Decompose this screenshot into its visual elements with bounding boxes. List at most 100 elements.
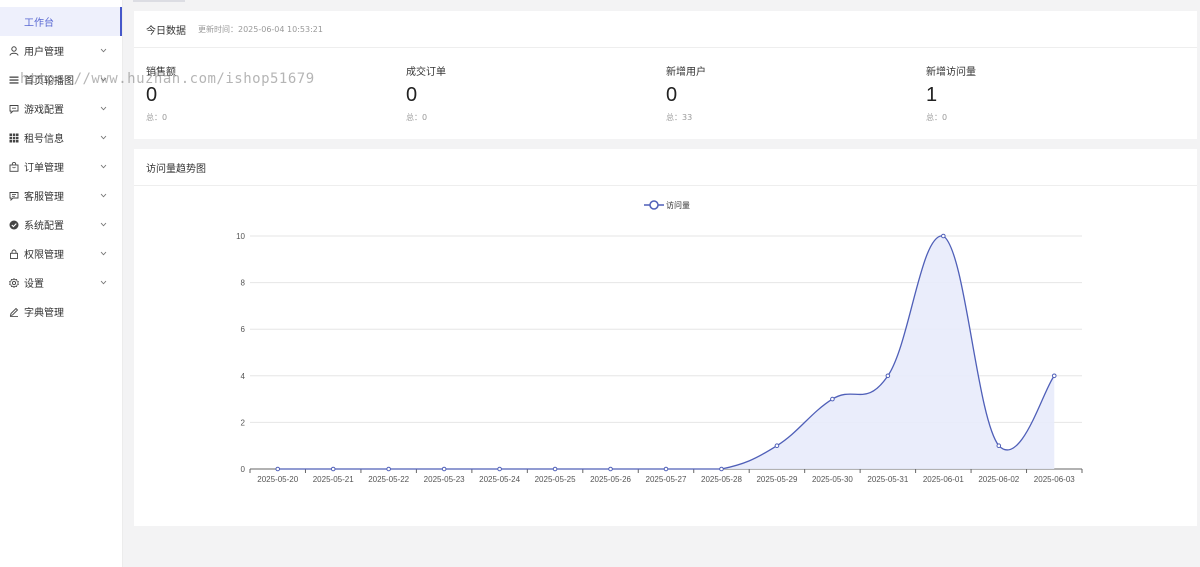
card-header: 访问量趋势图 — [134, 149, 1197, 186]
y-tick-label: 2 — [241, 418, 246, 427]
top-tab-indicator — [133, 0, 185, 2]
stat-label: 销售额 — [146, 67, 176, 78]
x-tick-label: 2025-06-01 — [923, 475, 964, 484]
stats-row: 销售额 0 总：0 成交订单 0 总：0 新增用户 0 总：33 新增访问量 1… — [134, 48, 1197, 123]
sidebar-item-label: 字典管理 — [24, 308, 64, 319]
chevron-down-icon — [100, 76, 110, 83]
data-point — [386, 466, 391, 472]
data-point — [441, 466, 447, 472]
x-tick-label: 2025-06-02 — [978, 475, 1019, 484]
data-point — [552, 466, 558, 472]
legend-marker — [649, 200, 659, 210]
sidebar-item-label: 权限管理 — [24, 250, 64, 261]
series-area — [277, 235, 1055, 469]
check-circle-icon — [8, 219, 19, 230]
data-point — [996, 443, 1002, 449]
sidebar-item-2[interactable]: 游戏配置 — [0, 94, 122, 123]
data-point — [885, 373, 891, 379]
sidebar-item-label: 订单管理 — [24, 163, 64, 174]
data-point — [608, 466, 613, 472]
data-point — [663, 466, 669, 472]
chat-icon — [8, 190, 19, 201]
sidebar-item-7[interactable]: 权限管理 — [0, 239, 122, 268]
sidebar-item-label: 游戏配置 — [24, 105, 64, 116]
sidebar-item-label: 租号信息 — [24, 134, 64, 145]
stat-value: 0 — [666, 84, 678, 106]
y-tick-label: 10 — [236, 232, 245, 241]
chevron-down-icon — [100, 192, 110, 199]
card-header: 今日数据 更新时间：2025-06-04 10:53:21 — [134, 11, 1197, 48]
x-tick-label: 2025-05-26 — [590, 475, 631, 484]
stat-total: 总：0 — [406, 113, 428, 122]
sidebar: 工作台 用户管理首页轮播图游戏配置租号信息订单管理客服管理系统配置权限管理设置字… — [0, 0, 123, 567]
update-time: 更新时间：2025-06-04 10:53:21 — [198, 24, 323, 34]
x-tick-label: 2025-05-27 — [646, 475, 687, 484]
sidebar-item-label: 工作台 — [24, 18, 54, 29]
y-tick-label: 0 — [241, 465, 246, 474]
sidebar-item-label: 客服管理 — [24, 192, 64, 203]
sidebar-item-3[interactable]: 租号信息 — [0, 123, 122, 152]
stat-label: 新增用户 — [666, 67, 706, 78]
sidebar-item-label: 系统配置 — [24, 221, 64, 232]
chevron-down-icon — [100, 47, 110, 54]
sidebar-item-1[interactable]: 首页轮播图 — [0, 65, 122, 94]
stat-value: 1 — [926, 84, 938, 106]
data-point — [275, 466, 281, 472]
grid-icon — [8, 132, 19, 143]
x-tick-label: 2025-06-03 — [1034, 475, 1075, 484]
data-point — [774, 443, 780, 449]
sidebar-menu: 用户管理首页轮播图游戏配置租号信息订单管理客服管理系统配置权限管理设置字典管理 — [0, 36, 122, 326]
stat-total: 总：0 — [926, 113, 948, 122]
sidebar-item-label: 首页轮播图 — [24, 76, 74, 87]
stat-value: 0 — [406, 84, 418, 106]
data-point — [497, 466, 502, 472]
stat-total: 总：33 — [666, 113, 693, 122]
visit-trend-chart: 0 2 4 6 8 10 2025-05-20 2025-05-21 2025-05-22 202… — [236, 200, 1083, 484]
sidebar-item-0[interactable]: 用户管理 — [0, 36, 122, 65]
stat-total: 总：0 — [146, 113, 168, 122]
chevron-down-icon — [100, 134, 110, 141]
x-tick-label: 2025-05-21 — [313, 475, 354, 484]
sidebar-item-8[interactable]: 设置 — [0, 268, 122, 297]
y-tick-label: 4 — [241, 372, 246, 381]
bag-icon — [8, 161, 19, 172]
card-title: 访问量趋势图 — [146, 163, 206, 175]
x-tick-label: 2025-05-28 — [701, 475, 742, 484]
x-tick-label: 2025-05-29 — [756, 475, 797, 484]
chevron-down-icon — [100, 163, 110, 170]
list-icon — [8, 74, 19, 85]
today-data-card: 今日数据 更新时间：2025-06-04 10:53:21 销售额 0 总：0 … — [134, 11, 1197, 139]
sidebar-item-dashboard[interactable]: 工作台 — [0, 7, 122, 36]
visit-trend-card: 访问量趋势图 0 2 4 6 8 10 2025-05-20 2025-05-21 2025-0… — [134, 149, 1197, 526]
x-tick-label: 2025-05-20 — [257, 475, 298, 484]
x-tick-label: 2025-05-22 — [368, 475, 409, 484]
x-tick-label: 2025-05-24 — [479, 475, 520, 484]
stat-sales: 销售额 0 总：0 — [146, 67, 406, 123]
lock-icon — [8, 248, 19, 259]
sidebar-item-label: 用户管理 — [24, 47, 64, 58]
stat-label: 新增访问量 — [926, 67, 976, 78]
stat-value: 0 — [146, 84, 158, 106]
gear-icon — [8, 277, 19, 288]
data-point — [1051, 373, 1057, 379]
sidebar-item-6[interactable]: 系统配置 — [0, 210, 122, 239]
data-point — [830, 396, 835, 402]
sidebar-item-9[interactable]: 字典管理 — [0, 297, 122, 326]
sidebar-item-4[interactable]: 订单管理 — [0, 152, 122, 181]
chevron-down-icon — [100, 105, 110, 112]
edit-icon — [8, 306, 19, 317]
x-tick-label: 2025-05-30 — [812, 475, 853, 484]
chevron-down-icon — [100, 279, 110, 286]
stat-orders: 成交订单 0 总：0 — [406, 67, 666, 123]
message-icon — [8, 103, 19, 114]
stat-new-users: 新增用户 0 总：33 — [666, 67, 926, 123]
sidebar-item-5[interactable]: 客服管理 — [0, 181, 122, 210]
x-tick-label: 2025-05-31 — [867, 475, 908, 484]
y-tick-label: 8 — [241, 279, 246, 288]
data-point — [330, 466, 336, 472]
stat-new-visits: 新增访问量 1 总：0 — [926, 67, 1186, 123]
chevron-down-icon — [100, 250, 110, 257]
x-tick-label: 2025-05-23 — [424, 475, 465, 484]
user-icon — [8, 45, 19, 56]
stat-label: 成交订单 — [406, 67, 446, 78]
